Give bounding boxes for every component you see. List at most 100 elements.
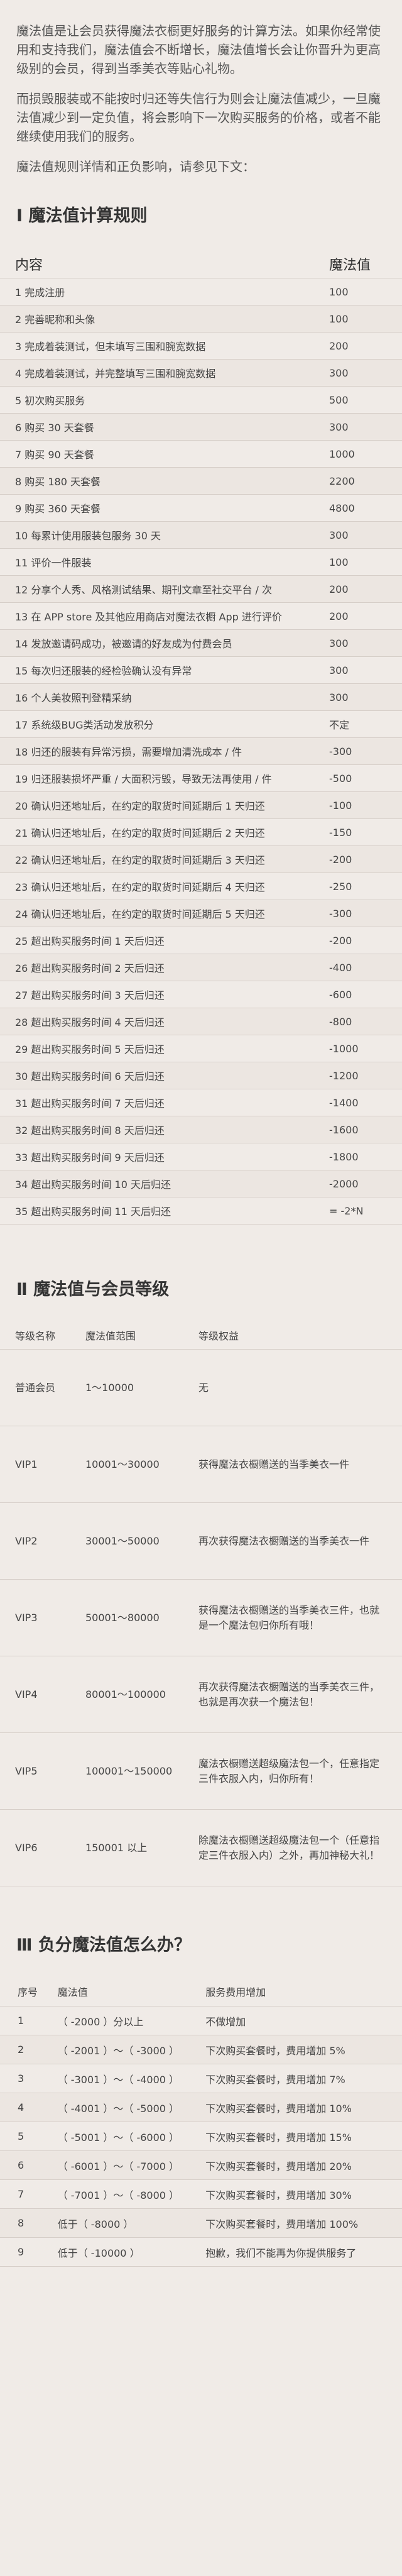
negative-points-table: 序号 魔法值 服务费用增加 1 （ -2000 ）分以上 不做增加 2 （ -2001 … xyxy=(0,1977,402,2267)
table-row: 1 完成注册 100 xyxy=(0,278,402,305)
page: 魔法值是让会员获得魔法衣橱更好服务的计算方法。如果你经常使用和支持我们，魔法值会… xyxy=(0,0,402,2267)
points-rules-body: 1 完成注册 100 2 完善昵称和头像 100 3 完成着装测试，但未填写三围和腕宽数… xyxy=(0,278,402,1225)
rule-points-cell: -1000 xyxy=(329,1035,402,1062)
rule-points-cell: 1000 xyxy=(329,440,402,468)
table-row: 4 （ -4001 ）～（ -5000 ）下次购买套餐时，费用增加 10% xyxy=(0,2093,402,2122)
table-row: VIP5 100001～150000 魔法衣橱赠送超级魔法包一个，任意指定三件衣服入… xyxy=(0,1732,402,1810)
points-range-cell: （ -2000 ）分以上 xyxy=(57,2006,206,2035)
table-row: 5 初次购买服务 500 xyxy=(0,386,402,414)
fee-increase-cell: 下次购买套餐时，费用增加 5% xyxy=(205,2035,402,2064)
fee-increase-cell: 抱歉，我们不能再为你提供服务了 xyxy=(205,2237,402,2267)
table-row: 29 超出购买服务时间 5 天后归还 -1000 xyxy=(0,1035,402,1062)
index-cell: 6 xyxy=(0,2150,58,2180)
table-row: VIP2 30001～50000 再次获得魔法衣橱赠送的当季美衣一件 xyxy=(0,1502,402,1580)
table-row: 23 确认归还地址后，在约定的取货时间延期后 4 天归还 -250 xyxy=(0,872,402,900)
level-benefit-cell: 获得魔法衣橱赠送的当季美衣一件 xyxy=(198,1426,402,1503)
index-cell: 3 xyxy=(0,2064,58,2093)
intro: 魔法值是让会员获得魔法衣橱更好服务的计算方法。如果你经常使用和支持我们，魔法值会… xyxy=(0,0,402,176)
rule-points-cell: 200 xyxy=(329,575,402,603)
rule-content-cell: 17 系统级BUG类活动发放积分 xyxy=(0,710,329,738)
table-row: 2 （ -2001 ）～（ -3000 ）下次购买套餐时，费用增加 5% xyxy=(0,2035,402,2064)
table-row: 17 系统级BUG类活动发放积分 不定 xyxy=(0,710,402,738)
level-name-cell: VIP3 xyxy=(0,1579,85,1656)
rule-content-cell: 29 超出购买服务时间 5 天后归还 xyxy=(0,1035,329,1062)
table-row: 9 低于（ -10000 ）抱歉，我们不能再为你提供服务了 xyxy=(0,2237,402,2267)
rule-content-cell: 16 个人美妆照刊登精采纳 xyxy=(0,683,329,711)
rule-content-cell: 33 超出购买服务时间 9 天后归还 xyxy=(0,1143,329,1170)
level-benefit-cell: 获得魔法衣橱赠送的当季美衣三件，也就是一个魔法包归你所有哦！ xyxy=(198,1579,402,1656)
column-header-index: 序号 xyxy=(0,1977,58,2006)
points-rules-table: 内容 魔法值 1 完成注册 100 2 完善昵称和头像 100 3 完成着装测试，但未填… xyxy=(0,250,402,1225)
rule-content-cell: 13 在 APP store 及其他应用商店对魔法衣橱 App 进行评价 xyxy=(0,602,329,630)
fee-increase-cell: 下次购买套餐时，费用增加 20% xyxy=(205,2150,402,2180)
rule-content-cell: 12 分享个人秀、风格测试结果、期刊文章至社交平台 / 次 xyxy=(0,575,329,603)
table-row: 34 超出购买服务时间 10 天后归还 -2000 xyxy=(0,1170,402,1197)
table-row: 19 归还服装损坏严重 / 大面积污毁，导致无法再使用 / 件 -500 xyxy=(0,764,402,792)
level-range-cell: 100001～150000 xyxy=(85,1732,198,1810)
table-row: 普通会员 1～10000 无 xyxy=(0,1349,402,1426)
table-row: 7 （ -7001 ）～（ -8000 ）下次购买套餐时，费用增加 30% xyxy=(0,2179,402,2209)
table-row: 6 （ -6001 ）～（ -7000 ）下次购买套餐时，费用增加 20% xyxy=(0,2150,402,2180)
table-row: 21 确认归还地址后，在约定的取货时间延期后 2 天归还 -150 xyxy=(0,818,402,846)
rule-content-cell: 11 评价一件服装 xyxy=(0,548,329,576)
rule-points-cell: 300 xyxy=(329,521,402,549)
table-row: 25 超出购买服务时间 1 天后归还 -200 xyxy=(0,927,402,954)
rule-points-cell: 200 xyxy=(329,602,402,630)
rule-content-cell: 30 超出购买服务时间 6 天后归还 xyxy=(0,1062,329,1089)
index-cell: 2 xyxy=(0,2035,58,2064)
fee-increase-cell: 下次购买套餐时，费用增加 30% xyxy=(205,2179,402,2209)
level-benefit-cell: 再次获得魔法衣橱赠送的当季美衣一件 xyxy=(198,1502,402,1580)
rule-content-cell: 6 购买 30 天套餐 xyxy=(0,413,329,441)
rule-points-cell: -500 xyxy=(329,764,402,792)
rule-points-cell: -1800 xyxy=(329,1143,402,1170)
table-row: 32 超出购买服务时间 8 天后归还 -1600 xyxy=(0,1116,402,1143)
table-row: VIP4 80001～100000 再次获得魔法衣橱赠送的当季美衣三件，也就是再次获… xyxy=(0,1656,402,1733)
points-range-cell: （ -2001 ）～（ -3000 ） xyxy=(57,2035,206,2064)
rule-content-cell: 4 完成着装测试，并完整填写三围和腕宽数据 xyxy=(0,359,329,387)
table-row: 27 超出购买服务时间 3 天后归还 -600 xyxy=(0,981,402,1008)
points-range-cell: （ -7001 ）～（ -8000 ） xyxy=(57,2179,206,2209)
rule-content-cell: 32 超出购买服务时间 8 天后归还 xyxy=(0,1116,329,1143)
level-range-cell: 80001～100000 xyxy=(85,1656,198,1733)
rule-content-cell: 24 确认归还地址后，在约定的取货时间延期后 5 天归还 xyxy=(0,900,329,927)
level-range-cell: 30001～50000 xyxy=(85,1502,198,1580)
level-name-cell: VIP1 xyxy=(0,1426,85,1503)
table-row: 16 个人美妆照刊登精采纳 300 xyxy=(0,683,402,711)
table-row: 3 完成着装测试，但未填写三围和腕宽数据 200 xyxy=(0,332,402,360)
level-range-cell: 1～10000 xyxy=(85,1349,198,1426)
table-row: 9 购买 360 天套餐 4800 xyxy=(0,494,402,522)
rule-content-cell: 9 购买 360 天套餐 xyxy=(0,494,329,522)
rule-points-cell: -1200 xyxy=(329,1062,402,1089)
table-row: 18 归还的服装有异常污损，需要增加清洗成本 / 件 -300 xyxy=(0,737,402,765)
index-cell: 5 xyxy=(0,2122,58,2151)
column-header-benefits: 等级权益 xyxy=(198,1321,402,1350)
fee-increase-cell: 不做增加 xyxy=(205,2006,402,2035)
table-row: 4 完成着装测试，并完整填写三围和腕宽数据 300 xyxy=(0,359,402,387)
table-row: 31 超出购买服务时间 7 天后归还 -1400 xyxy=(0,1089,402,1116)
index-cell: 9 xyxy=(0,2237,58,2267)
rule-points-cell: -250 xyxy=(329,872,402,900)
fee-increase-cell: 下次购买套餐时，费用增加 7% xyxy=(205,2064,402,2093)
rule-points-cell: 300 xyxy=(329,413,402,441)
rule-points-cell: 不定 xyxy=(329,710,402,738)
table-row: 6 购买 30 天套餐 300 xyxy=(0,413,402,441)
index-cell: 4 xyxy=(0,2093,58,2122)
rule-content-cell: 8 购买 180 天套餐 xyxy=(0,467,329,495)
intro-paragraph-3: 魔法值规则详情和正负影响，请参见下文： xyxy=(16,159,255,174)
rule-points-cell: -300 xyxy=(329,900,402,927)
level-benefit-cell: 再次获得魔法衣橱赠送的当季美衣三件，也就是再次获一个魔法包！ xyxy=(198,1656,402,1733)
level-benefit-cell: 除魔法衣橱赠送超级魔法包一个（任意指定三件衣服入内）之外，再加神秘大礼！ xyxy=(198,1809,402,1886)
level-name-cell: VIP5 xyxy=(0,1732,85,1810)
table-row: 28 超出购买服务时间 4 天后归还 -800 xyxy=(0,1008,402,1035)
index-cell: 8 xyxy=(0,2208,58,2238)
table-row: 22 确认归还地址后，在约定的取货时间延期后 3 天归还 -200 xyxy=(0,845,402,873)
negative-points-body: 1 （ -2000 ）分以上 不做增加 2 （ -2001 ）～（ -3000 ）下次购… xyxy=(0,2006,402,2267)
level-benefit-cell: 无 xyxy=(198,1349,402,1426)
table-row: 14 发放邀请码成功，被邀请的好友成为付费会员 300 xyxy=(0,629,402,657)
level-range-cell: 10001～30000 xyxy=(85,1426,198,1503)
points-range-cell: （ -5001 ）～（ -6000 ） xyxy=(57,2122,206,2151)
rule-content-cell: 1 完成注册 xyxy=(0,278,329,305)
rule-content-cell: 34 超出购买服务时间 10 天后归还 xyxy=(0,1170,329,1197)
rule-content-cell: 21 确认归还地址后，在约定的取货时间延期后 2 天归还 xyxy=(0,818,329,846)
rule-points-cell: -1600 xyxy=(329,1116,402,1143)
